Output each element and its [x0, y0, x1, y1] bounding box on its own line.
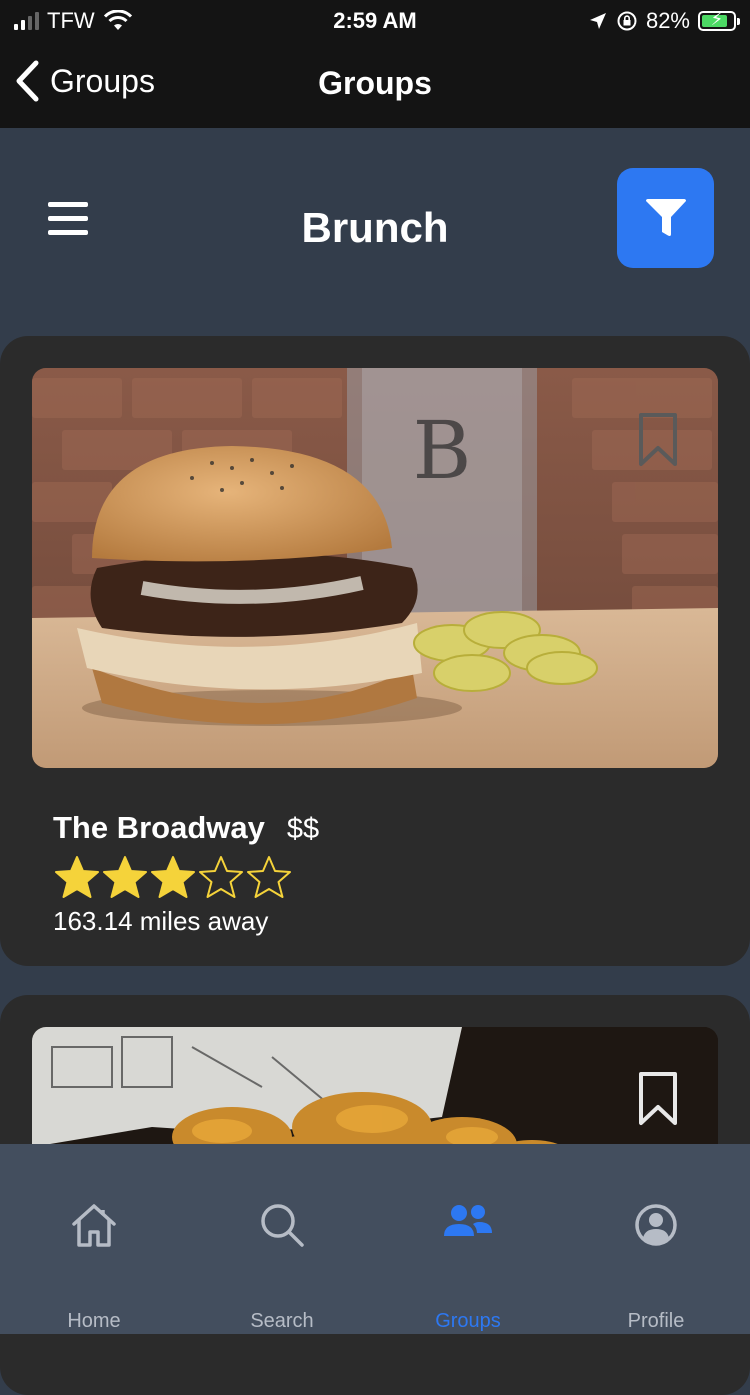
filter-funnel-icon — [645, 199, 686, 236]
battery-icon: ⚡ — [698, 9, 740, 31]
tab-search-label: Search — [250, 1310, 314, 1332]
bookmark-icon[interactable] — [638, 412, 678, 468]
hamburger-menu-icon[interactable] — [46, 202, 90, 236]
back-button[interactable]: Groups — [14, 60, 155, 102]
tab-search[interactable]: Search — [188, 1144, 376, 1334]
top-bar: TFW 2:59 AM 82% ⚡ Groups Groups — [0, 0, 750, 128]
svg-text:B: B — [413, 404, 472, 497]
restaurant-card[interactable]: B The Broadway $$ 163.14 miles away — [0, 336, 750, 966]
burger-photo-illustration: B — [32, 368, 718, 768]
star-filled-icon — [103, 856, 147, 898]
location-arrow-icon — [589, 13, 606, 29]
star-filled-icon — [55, 856, 99, 898]
distance-label: 163.14 miles away — [53, 906, 269, 936]
tab-profile[interactable]: Profile — [562, 1144, 750, 1334]
orientation-lock-icon — [617, 11, 637, 31]
tab-profile-label: Profile — [627, 1310, 685, 1332]
tab-bar: Home Search Groups Profile — [0, 1144, 750, 1334]
tab-groups-label: Groups — [435, 1310, 501, 1332]
groups-icon — [444, 1205, 492, 1236]
tab-home-label: Home — [67, 1310, 121, 1332]
restaurant-info: The Broadway $$ 163.14 miles away — [53, 810, 319, 937]
search-icon — [261, 1204, 304, 1247]
profile-icon — [635, 1204, 677, 1246]
star-empty-icon — [247, 856, 291, 898]
burger-photo[interactable]: B — [32, 368, 718, 768]
star-rating — [53, 854, 319, 902]
back-label: Groups — [50, 62, 155, 99]
home-icon — [72, 1204, 116, 1247]
tab-home[interactable]: Home — [0, 1144, 188, 1334]
star-filled-icon — [151, 856, 195, 898]
price-level: $$ — [286, 813, 320, 845]
bookmark-icon[interactable] — [638, 1071, 678, 1127]
restaurant-name: The Broadway — [53, 810, 265, 845]
filter-button[interactable] — [617, 168, 714, 268]
tab-groups[interactable]: Groups — [374, 1144, 562, 1334]
status-bar: TFW 2:59 AM 82% ⚡ — [0, 0, 750, 42]
battery-percent: 82% — [645, 8, 690, 33]
chevron-left-icon — [16, 60, 39, 102]
star-empty-icon — [199, 856, 243, 898]
